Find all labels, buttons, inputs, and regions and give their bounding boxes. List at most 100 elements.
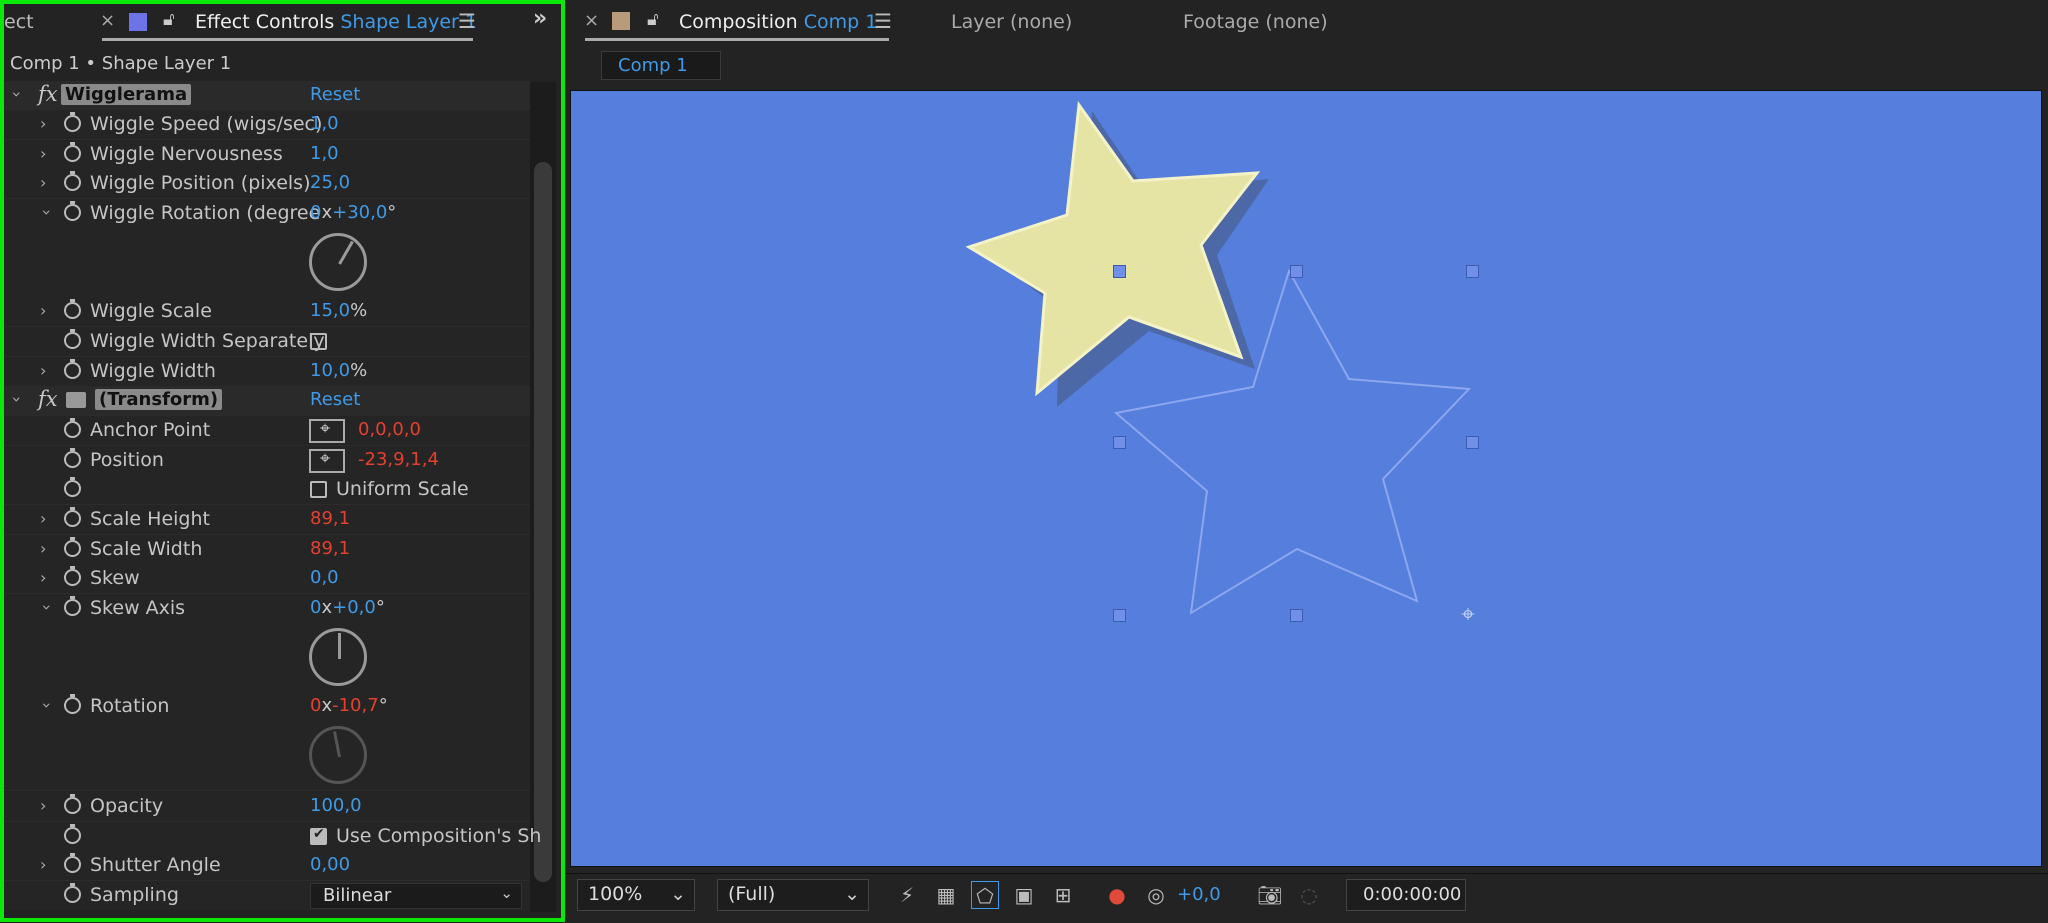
reset-link[interactable]: Reset (310, 84, 360, 105)
prop-value[interactable]: 15,0% (310, 300, 367, 321)
stopwatch-icon[interactable] (64, 448, 81, 468)
stopwatch-icon[interactable] (64, 112, 81, 132)
hamburger-menu-icon[interactable]: ☰ (458, 9, 476, 33)
timecode-field[interactable]: 0:00:00:00 (1346, 879, 1466, 911)
chevron-right-icon[interactable]: › (40, 855, 46, 874)
chevron-right-icon[interactable]: › (40, 114, 46, 133)
anchor-point-icon[interactable]: ⌖ (1455, 601, 1481, 627)
chevron-right-icon[interactable]: › (40, 361, 46, 380)
stopwatch-icon[interactable] (64, 883, 81, 903)
checkbox[interactable] (310, 826, 327, 845)
tab-composition[interactable]: Composition Comp 1 (679, 11, 877, 33)
effect-wigglerama[interactable]: › fx Wigglerama Reset (4, 81, 530, 111)
grid-guides-icon[interactable]: ⊞ (1049, 881, 1077, 909)
chevron-down-icon[interactable]: › (8, 396, 27, 402)
exposure-value[interactable]: +0,0 (1177, 884, 1221, 905)
degrees[interactable]: +30,0 (332, 202, 387, 223)
mask-path-visibility-icon[interactable]: ⬠ (971, 881, 999, 909)
degrees[interactable]: +0,0 (332, 597, 376, 618)
comp-subtab[interactable]: Comp 1 (601, 51, 721, 80)
prop-value[interactable]: 0x-10,7° (310, 695, 388, 716)
stopwatch-icon[interactable] (64, 477, 81, 497)
region-of-interest-icon[interactable]: ▣ (1010, 881, 1038, 909)
double-chevron-right-icon[interactable]: » (533, 6, 547, 31)
stopwatch-icon[interactable] (64, 359, 81, 379)
fx-toggle-icon[interactable]: fx (38, 387, 58, 411)
prop-value[interactable]: 0,00 (310, 854, 350, 875)
resolution-dropdown[interactable]: (Full) ⌄ (717, 879, 869, 911)
chevron-right-icon[interactable]: › (40, 173, 46, 192)
chevron-right-icon[interactable]: › (40, 144, 46, 163)
chevron-down-icon[interactable]: › (38, 209, 57, 215)
prop-value[interactable]: 10,0% (310, 360, 367, 381)
chevron-right-icon[interactable]: › (40, 301, 46, 320)
stopwatch-icon[interactable] (64, 171, 81, 191)
crosshair-target-icon[interactable] (309, 418, 345, 443)
prop-value[interactable]: 0x+0,0° (310, 597, 385, 618)
checkbox[interactable] (310, 333, 327, 350)
prop-value[interactable]: 0x+30,0° (310, 202, 396, 223)
number[interactable]: 15,0 (310, 300, 350, 321)
angle-dial[interactable] (309, 233, 367, 291)
chevron-down-icon[interactable]: › (38, 604, 57, 610)
composition-viewer[interactable]: ⌖ (570, 90, 2042, 867)
revolutions[interactable]: 0 (310, 597, 321, 618)
transparency-grid-icon[interactable]: ▦ (932, 881, 960, 909)
stopwatch-icon[interactable] (64, 507, 81, 527)
channel-icon[interactable]: ● (1103, 881, 1131, 909)
checkbox[interactable] (310, 481, 327, 498)
chevron-down-icon[interactable]: › (38, 702, 57, 708)
bounding-box-handle[interactable] (1466, 265, 1479, 278)
bounding-box-handle[interactable] (1113, 265, 1126, 278)
chevron-down-icon[interactable]: › (8, 91, 27, 97)
effect-name[interactable]: (Transform) (95, 389, 223, 410)
chevron-right-icon[interactable]: › (40, 568, 46, 587)
crosshair-target-icon[interactable] (309, 448, 345, 473)
angle-dial[interactable] (309, 726, 367, 784)
lock-icon[interactable]: 🔓︎ (647, 9, 659, 30)
stopwatch-icon[interactable] (64, 201, 81, 221)
bounding-box-handle[interactable] (1113, 609, 1126, 622)
fx-toggle-icon[interactable]: fx (38, 82, 58, 106)
bounding-box-handle[interactable] (1290, 609, 1303, 622)
stopwatch-icon[interactable] (64, 418, 81, 438)
show-snapshot-icon[interactable]: ◌ (1295, 881, 1323, 909)
bounding-box-handle[interactable] (1466, 436, 1479, 449)
stopwatch-icon[interactable] (64, 566, 81, 586)
hamburger-menu-icon[interactable]: ☰ (874, 9, 892, 33)
scrollbar-thumb[interactable] (534, 162, 552, 882)
chevron-right-icon[interactable]: › (40, 539, 46, 558)
zoom-dropdown[interactable]: 100% ⌄ (577, 879, 695, 911)
tab-footage[interactable]: Footage (none) (1183, 11, 1328, 33)
tab-layer[interactable]: Layer (none) (951, 11, 1072, 33)
lock-icon[interactable]: 🔓︎ (163, 9, 175, 30)
revolutions[interactable]: 0 (310, 695, 321, 716)
fast-preview-icon[interactable]: ⚡ (893, 881, 921, 909)
snapshot-camera-icon[interactable]: 📷︎ (1256, 881, 1284, 909)
sampling-dropdown[interactable]: Bilinear ⌄ (310, 883, 522, 909)
tab-effect-controls[interactable]: Effect Controls Shape Layer 1 (195, 11, 477, 33)
chevron-right-icon[interactable]: › (40, 796, 46, 815)
stopwatch-icon[interactable] (64, 853, 81, 873)
prop-value[interactable]: 25,0 (310, 172, 350, 193)
degrees[interactable]: -10,7 (332, 695, 379, 716)
stopwatch-icon[interactable] (64, 596, 81, 616)
stopwatch-icon[interactable] (64, 299, 81, 319)
stopwatch-icon[interactable] (64, 794, 81, 814)
exposure-reset-icon[interactable]: ◎ (1142, 881, 1170, 909)
prop-value[interactable]: 89,1 (310, 508, 350, 529)
prop-value[interactable]: 89,1 (310, 538, 350, 559)
chevron-right-icon[interactable]: › (40, 509, 46, 528)
stopwatch-icon[interactable] (64, 824, 81, 844)
prop-value[interactable]: 1,0 (310, 143, 339, 164)
revolutions[interactable]: 0 (310, 202, 321, 223)
prop-value[interactable]: 100,0 (310, 795, 362, 816)
stopwatch-icon[interactable] (64, 694, 81, 714)
prop-value[interactable]: 1,0 (310, 113, 339, 134)
reset-link[interactable]: Reset (310, 389, 360, 410)
stopwatch-icon[interactable] (64, 142, 81, 162)
stopwatch-icon[interactable] (64, 537, 81, 557)
prop-value[interactable]: -23,9,1,4 (358, 449, 439, 470)
stopwatch-icon[interactable] (64, 329, 81, 349)
bounding-box-handle[interactable] (1113, 436, 1126, 449)
